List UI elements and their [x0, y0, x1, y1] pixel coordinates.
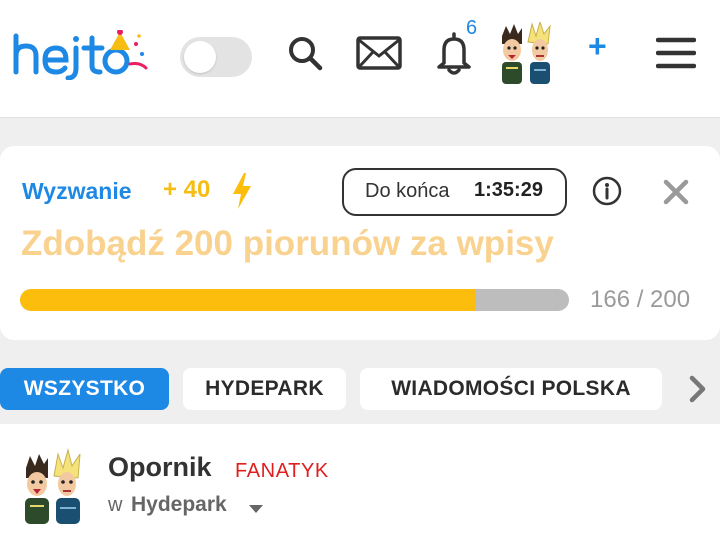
challenge-progress-bar — [20, 289, 569, 311]
challenge-label: Wyzwanie — [22, 178, 132, 204]
user-avatar[interactable] — [496, 22, 558, 86]
caret-down-icon[interactable] — [248, 504, 264, 514]
progress-text: 166 / 200 — [590, 286, 691, 313]
challenge-title: Zdobądź 200 piorunów za wpisy — [21, 224, 554, 263]
post-author-name[interactable]: Opornik — [108, 452, 212, 483]
countdown-value: 1:35:29 — [474, 179, 543, 201]
hejto-logo[interactable] — [12, 30, 157, 80]
close-icon[interactable] — [662, 178, 690, 206]
menu-icon[interactable] — [656, 36, 696, 70]
tab-wiadomosci-polska[interactable]: WIADOMOŚCI POLSKA — [360, 368, 662, 410]
chevron-right-icon[interactable] — [684, 374, 710, 404]
add-post-button[interactable]: + — [588, 28, 607, 65]
countdown-label: Do końca — [365, 180, 450, 202]
author-rank-badge: FANATYK — [235, 460, 329, 482]
search-icon[interactable] — [286, 34, 324, 72]
info-icon[interactable] — [592, 176, 622, 206]
tab-hydepark[interactable]: HYDEPARK — [183, 368, 346, 410]
progress-fill — [20, 289, 476, 311]
community-prefix: w — [108, 494, 123, 516]
toggle-knob — [184, 41, 216, 73]
dark-mode-toggle[interactable] — [180, 37, 252, 77]
tab-wszystko[interactable]: WSZYSTKO — [0, 368, 169, 410]
top-bar: 6 + — [0, 0, 720, 118]
lightning-icon — [233, 173, 251, 209]
community-link[interactable]: Hydepark — [131, 493, 227, 517]
challenge-points: + 40 — [163, 176, 211, 203]
notification-count-badge: 6 — [466, 17, 478, 39]
author-avatar[interactable] — [20, 448, 86, 526]
mail-icon[interactable] — [356, 36, 402, 70]
